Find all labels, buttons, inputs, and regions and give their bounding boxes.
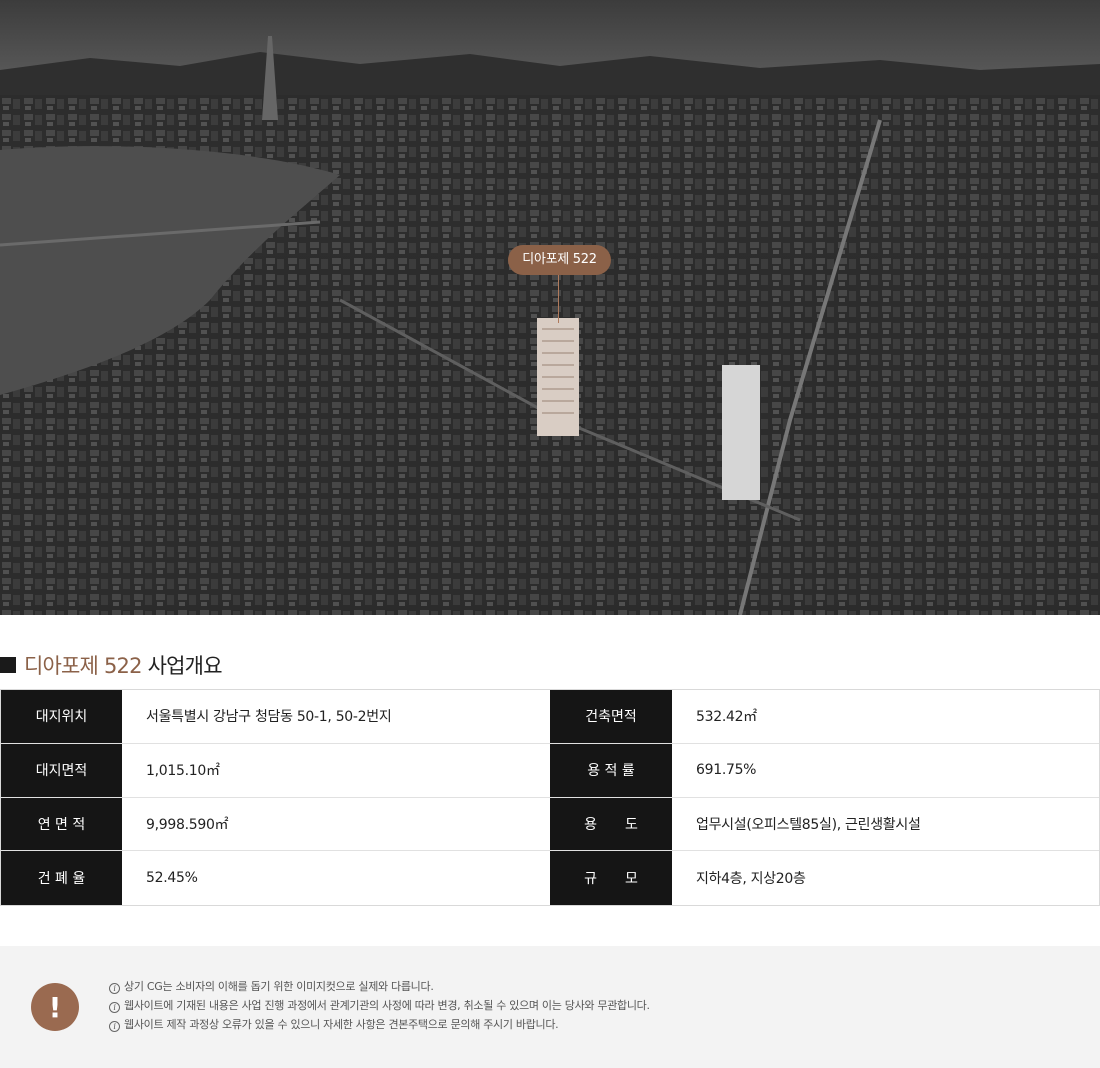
table-row: 용 도 업무시설(오피스텔85실), 근린생활시설: [550, 797, 1099, 852]
table-row: 대지위치 서울특별시 강남구 청담동 50-1, 50-2번지: [1, 690, 550, 744]
overview-column-right: 건축면적 532.42㎡ 용 적 률 691.75% 용 도 업무시설(오피스텔…: [550, 690, 1099, 905]
row-label: 규 모: [550, 851, 672, 905]
table-row: 건 폐 율 52.45%: [1, 851, 550, 905]
row-value: 지하4층, 지상20층: [696, 871, 806, 888]
warning-icon: !: [31, 983, 79, 1031]
row-label: 용 도: [550, 797, 672, 851]
table-row: 용 적 률 691.75%: [550, 743, 1099, 798]
callout-pointer-line: [558, 275, 559, 323]
list-item: i 웹사이트에 기재된 내용은 사업 진행 과정에서 관계기관의 사정에 따라 변…: [109, 996, 650, 1015]
row-label: 연 면 적: [1, 797, 122, 851]
row-value: 1,015.10㎡: [146, 763, 220, 780]
row-value: 52.45%: [146, 870, 198, 887]
row-label: 건 폐 율: [1, 851, 122, 905]
table-row: 대지면적 1,015.10㎡: [1, 743, 550, 798]
hero-aerial-image: 디아포제 522: [0, 0, 1100, 615]
notice-text: 상기 CG는 소비자의 이해를 돕기 위한 이미지컷으로 실제와 다릅니다.: [124, 980, 434, 993]
table-row: 연 면 적 9,998.590㎡: [1, 797, 550, 852]
notice-list: i 상기 CG는 소비자의 이해를 돕기 위한 이미지컷으로 실제와 다릅니다. …: [109, 977, 650, 1034]
info-icon: i: [109, 1021, 120, 1032]
notice-text: 웹사이트에 기재된 내용은 사업 진행 과정에서 관계기관의 사정에 따라 변경…: [124, 999, 650, 1012]
row-value: 532.42㎡: [696, 709, 757, 726]
row-label: 대지위치: [1, 690, 122, 743]
aerial-city-illustration: [0, 0, 1100, 615]
title-brand-name: 디아포제 522: [24, 654, 142, 678]
info-icon: i: [109, 983, 120, 994]
list-item: i 상기 CG는 소비자의 이해를 돕기 위한 이미지컷으로 실제와 다릅니다.: [109, 977, 650, 996]
title-square-icon: [0, 657, 16, 673]
list-item: i 웹사이트 제작 과정상 오류가 있을 수 있으니 자세한 사항은 견본주택으로…: [109, 1015, 650, 1034]
row-label: 용 적 률: [550, 743, 672, 797]
table-row: 규 모 지하4층, 지상20층: [550, 851, 1099, 905]
section-title: 디아포제 522 사업개요: [0, 650, 223, 680]
project-callout-label: 디아포제 522: [508, 245, 611, 275]
project-overview-table: 대지위치 서울특별시 강남구 청담동 50-1, 50-2번지 대지면적 1,0…: [0, 689, 1100, 906]
row-value: 업무시설(오피스텔85실), 근린생활시설: [696, 816, 921, 833]
row-value: 9,998.590㎡: [146, 816, 229, 833]
row-value: 691.75%: [696, 762, 757, 779]
notice-text: 웹사이트 제작 과정상 오류가 있을 수 있으니 자세한 사항은 견본주택으로 …: [124, 1018, 559, 1031]
info-icon: i: [109, 1002, 120, 1013]
row-value: 서울특별시 강남구 청담동 50-1, 50-2번지: [146, 709, 392, 726]
row-label: 건축면적: [550, 690, 672, 743]
row-label: 대지면적: [1, 743, 122, 797]
title-text: 사업개요: [147, 654, 223, 678]
table-row: 건축면적 532.42㎡: [550, 690, 1099, 744]
overview-column-left: 대지위치 서울특별시 강남구 청담동 50-1, 50-2번지 대지면적 1,0…: [1, 690, 550, 905]
